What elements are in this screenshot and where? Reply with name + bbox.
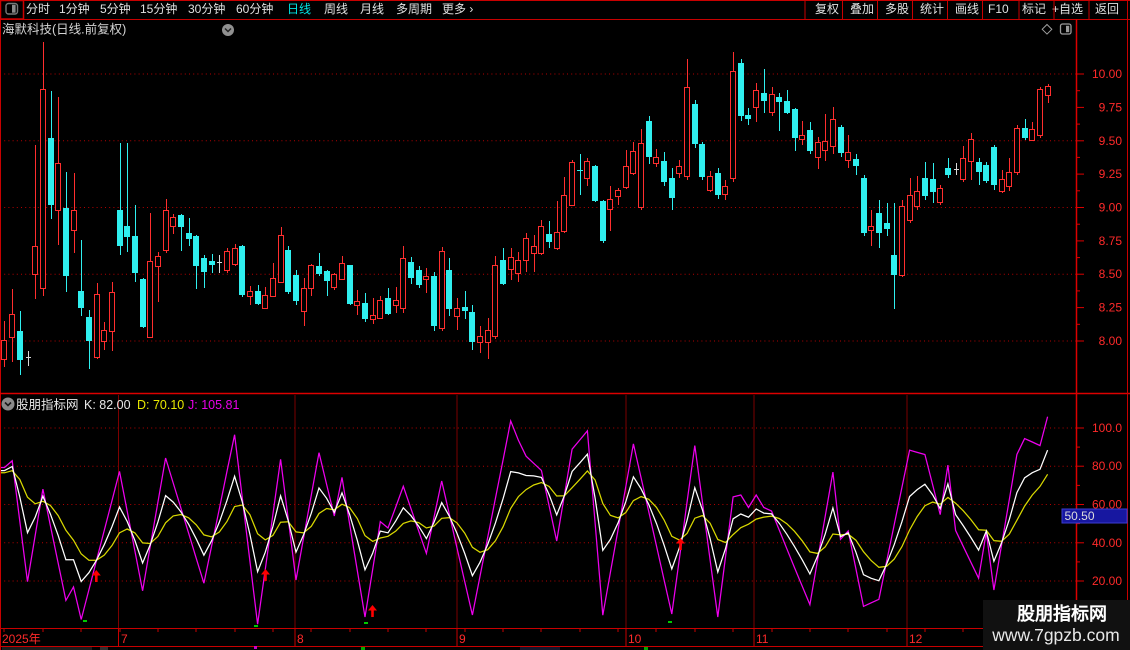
svg-text:日线: 日线 [287, 2, 311, 16]
svg-text:15分钟: 15分钟 [140, 1, 177, 16]
svg-text:30分钟: 30分钟 [188, 1, 225, 16]
svg-text:40.00: 40.00 [1092, 536, 1122, 550]
svg-text:多周期: 多周期 [396, 2, 432, 16]
svg-text:9.25: 9.25 [1099, 167, 1123, 181]
svg-text:J: 105.81: J: 105.81 [188, 398, 239, 412]
svg-text:标记: 标记 [1022, 2, 1046, 16]
svg-text:股朋指标网: 股朋指标网 [16, 397, 79, 412]
svg-text:9.00: 9.00 [1099, 201, 1123, 215]
svg-text:1分钟: 1分钟 [59, 1, 90, 16]
svg-text:月线: 月线 [360, 2, 384, 16]
svg-text:www.7gpzb.com: www.7gpzb.com [991, 625, 1119, 645]
svg-text:分时: 分时 [26, 2, 50, 16]
svg-text:11: 11 [756, 632, 769, 646]
svg-text:5分钟: 5分钟 [100, 1, 131, 16]
svg-text:复权: 复权 [815, 2, 839, 16]
svg-text:画线: 画线 [955, 2, 979, 16]
svg-text:10.00: 10.00 [1092, 67, 1122, 81]
svg-text:2025年: 2025年 [2, 632, 41, 646]
svg-text:D: 70.10: D: 70.10 [137, 398, 184, 412]
svg-text:叠加: 叠加 [850, 2, 874, 16]
svg-text:7: 7 [121, 632, 128, 646]
svg-text:60分钟: 60分钟 [236, 1, 273, 16]
svg-text:8.75: 8.75 [1099, 234, 1123, 248]
svg-text:多股: 多股 [885, 2, 909, 16]
svg-text:股朋指标网: 股朋指标网 [1016, 603, 1107, 624]
svg-text:K: 82.00: K: 82.00 [84, 398, 131, 412]
svg-text:9: 9 [459, 632, 466, 646]
svg-text:更多 ›: 更多 › [442, 2, 473, 16]
svg-text:8.00: 8.00 [1099, 334, 1123, 348]
svg-text:8.25: 8.25 [1099, 301, 1123, 315]
svg-text:9.50: 9.50 [1099, 134, 1123, 148]
svg-text:8: 8 [297, 632, 304, 646]
svg-text:9.75: 9.75 [1099, 100, 1123, 114]
svg-text:50.50: 50.50 [1065, 509, 1095, 523]
svg-text:返回: 返回 [1095, 2, 1119, 16]
svg-text:80.00: 80.00 [1092, 459, 1122, 473]
svg-text:20.00: 20.00 [1092, 574, 1122, 588]
svg-text:12: 12 [909, 632, 923, 646]
svg-text:F10: F10 [988, 2, 1009, 16]
svg-text:100.0: 100.0 [1092, 421, 1122, 435]
svg-text:周线: 周线 [324, 2, 348, 16]
svg-text:统计: 统计 [920, 2, 944, 16]
svg-text:+自选: +自选 [1052, 2, 1083, 16]
svg-text:8.50: 8.50 [1099, 267, 1123, 281]
svg-text:10: 10 [628, 632, 642, 646]
svg-text:海默科技(日线.前复权): 海默科技(日线.前复权) [2, 22, 126, 37]
